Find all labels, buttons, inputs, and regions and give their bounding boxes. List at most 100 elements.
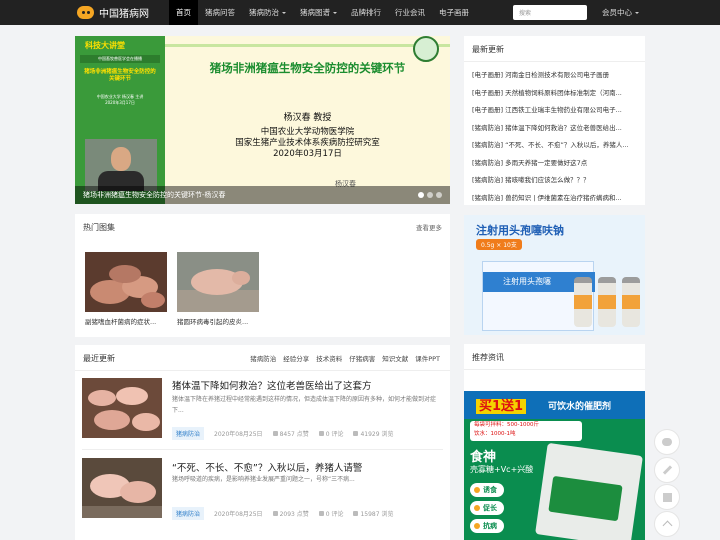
- vial-image: [598, 277, 616, 327]
- slider-dot[interactable]: [436, 192, 442, 198]
- lecture-brand: 科技大讲堂: [85, 41, 125, 50]
- ad-chip: 抗病: [470, 519, 504, 533]
- view-more-link[interactable]: 查看更多: [416, 222, 442, 232]
- section-title: 最近更新: [83, 354, 115, 363]
- tab-ppt[interactable]: 课件PPT: [415, 353, 440, 363]
- chevron-up-icon: [662, 520, 672, 531]
- chevron-down-icon: [282, 11, 286, 14]
- dot-icon: [474, 523, 480, 529]
- tab-prevention[interactable]: 猪病防治: [250, 353, 276, 363]
- gallery-thumb-pig[interactable]: [177, 252, 259, 312]
- list-item[interactable]: [电子画册] 天然植物饲料原料团体标准制定（河南...: [472, 87, 637, 105]
- list-item[interactable]: [猪病防治] 猪咳嗽我们应该怎么做？？？: [472, 174, 637, 192]
- nav-item-ranking[interactable]: 品牌排行: [344, 0, 388, 25]
- ad-promo-sub: 可饮水的催肥剂: [548, 402, 612, 412]
- vial-image: [574, 277, 592, 327]
- thumbs-up-icon: [272, 511, 278, 516]
- post-title[interactable]: “不死、不长、不愈”？入秋以后，养猪人请警: [172, 460, 362, 474]
- presenter-video: [85, 139, 157, 191]
- post-thumbnail[interactable]: [82, 378, 162, 438]
- lecture-speaker-line: 中国农业大学 杨汉春 主讲 2020年3月17日: [96, 94, 144, 105]
- list-item[interactable]: [猪病防治] 兽药知识 | 伊维菌素在治疗猪疥螨病和...: [472, 192, 637, 210]
- product-box-label: 注射用头孢噻: [503, 277, 551, 286]
- slider-dot[interactable]: [418, 192, 424, 198]
- ad-spec-tag: 0.5g × 10支: [476, 239, 522, 250]
- dot-icon: [474, 487, 480, 493]
- list-item[interactable]: [猪病防治] “不死、不长、不愈”？入秋以后，养猪人...: [472, 139, 637, 157]
- slide-author-block: 杨汉春 教授 中国农业大学动物医学院 国家生猪产业技术体系疾病防控研究室 202…: [165, 110, 450, 160]
- post-title[interactable]: 猪体温下降如何救治？这位老兽医给出了这套方: [172, 378, 372, 392]
- post-excerpt: 猪体温下降在养猪过程中经常能遇到这样的情况，但造成体温下降的原因有多种，如何才能…: [172, 396, 437, 414]
- eye-icon: [353, 431, 359, 436]
- vial-image: [622, 277, 640, 327]
- section-title: 最新更新: [472, 45, 504, 54]
- slide-content: 猪场非洲猪瘟生物安全防控的关键环节 杨汉春 教授 中国农业大学动物医学院 国家生…: [165, 36, 450, 204]
- comment-icon: [318, 431, 324, 436]
- category-badge[interactable]: 猪病防治: [172, 427, 205, 440]
- nav-item-news[interactable]: 行业会讯: [388, 0, 432, 25]
- gallery-caption[interactable]: 猪圆环病毒引起的皮炎...: [177, 316, 259, 326]
- top-navbar: 中国猪病网 首页 猪病问答 猪病防治 猪病图谱 品牌排行 行业会讯 电子画册 搜…: [0, 0, 720, 25]
- float-edit-button[interactable]: [654, 457, 680, 483]
- main-nav: 首页 猪病问答 猪病防治 猪病图谱 品牌排行 行业会讯 电子画册: [169, 0, 476, 25]
- list-item[interactable]: [猪病防治] 猪体温下降如何救治？这位老兽医给出...: [472, 122, 637, 140]
- ad-banner-feed[interactable]: 买1送1 可饮水的催肥剂 每袋可拌料：500-1000斤 饮水：1000-1吨 食…: [464, 391, 645, 540]
- post-meta: 猪病防治 2020年08月25日 2093 点赞 0 评论 15987 浏览: [172, 507, 403, 520]
- list-item[interactable]: [猪病防治] 多雨天养猪一定要做好这7点: [472, 157, 637, 175]
- nav-item-qa[interactable]: 猪病问答: [198, 0, 242, 25]
- float-qrcode-button[interactable]: [654, 484, 680, 510]
- nav-item-prevention[interactable]: 猪病防治: [242, 0, 293, 25]
- logo-icon: [77, 6, 94, 19]
- recent-list: [电子画册] 河南金日检测技术有限公司电子画册 [电子画册] 天然植物饲料原料团…: [472, 69, 637, 209]
- search-input[interactable]: 搜索: [513, 5, 587, 20]
- post-excerpt: 猪场呼吸道的疾病，是影响养猪业发展严重问题之一，号称“三不病...: [172, 476, 355, 483]
- post-thumbnail[interactable]: [82, 458, 162, 518]
- hero-slider[interactable]: 科技大讲堂 中国畜牧兽医学会在播播 猪场非洲猪瘟生物安全防控的关键环节 中国农业…: [75, 36, 450, 204]
- ad-banner-injection[interactable]: 注射用头孢噻呋钠 0.5g × 10支 注射用头孢噻: [464, 215, 645, 335]
- dot-icon: [474, 505, 480, 511]
- date-text: 2020年08月25日: [214, 431, 263, 438]
- list-item[interactable]: [电子画册] 河南金日检测技术有限公司电子画册: [472, 69, 637, 87]
- ad-brand: 食神: [470, 450, 497, 465]
- qrcode-icon: [662, 492, 672, 502]
- list-item[interactable]: [电子画册] 江西铁工业瑞丰生物药业有限公司电子...: [472, 104, 637, 122]
- hot-gallery-card: 热门图集 查看更多 副猪嗜血杆菌病的症状... 猪圆环病毒引起的皮炎...: [75, 214, 450, 337]
- product-bag-image: [535, 442, 643, 540]
- recent-updates-card: 最新更新 [电子画册] 河南金日检测技术有限公司电子画册 [电子画册] 天然植物…: [464, 36, 645, 205]
- gallery-caption[interactable]: 副猪嗜血杆菌病的症状...: [85, 316, 167, 326]
- slider-dot[interactable]: [427, 192, 433, 198]
- pencil-icon: [662, 465, 672, 475]
- category-tabs: 猪病防治 经验分享 技术资料 仔猪病害 知识文献 课件PPT: [243, 353, 440, 363]
- back-to-top-button[interactable]: [654, 511, 680, 537]
- nav-item-atlas[interactable]: 猪病图谱: [293, 0, 344, 25]
- thumbs-up-icon: [272, 431, 278, 436]
- member-center-menu[interactable]: 会员中心: [602, 0, 639, 25]
- date-text: 2020年08月25日: [214, 511, 263, 518]
- nav-item-brochure[interactable]: 电子画册: [432, 0, 476, 25]
- eye-icon: [353, 511, 359, 516]
- latest-updates-card: 最近更新 猪病防治 经验分享 技术资料 仔猪病害 知识文献 课件PPT 猪体温下…: [75, 345, 450, 540]
- comment-icon: [318, 511, 324, 516]
- recommend-card: 推荐资讯 买1送1 可饮水的催肥剂 每袋可拌料：500-1000斤 饮水：1000…: [464, 344, 645, 540]
- float-chat-button[interactable]: [654, 429, 680, 455]
- tab-experience[interactable]: 经验分享: [283, 353, 309, 363]
- section-title: 热门图集: [83, 223, 115, 232]
- ad-promo: 买1送1: [476, 395, 527, 414]
- ad-title: 注射用头孢噻呋钠: [476, 224, 564, 237]
- tab-tech-docs[interactable]: 技术资料: [316, 353, 342, 363]
- tab-piglet-disease[interactable]: 仔猪病害: [349, 353, 375, 363]
- post-meta: 猪病防治 2020年08月25日 8457 点赞 0 评论 41929 浏览: [172, 427, 403, 440]
- slide-headline: 猪场非洲猪瘟生物安全防控的关键环节: [209, 61, 406, 75]
- section-title: 推荐资讯: [472, 353, 504, 362]
- site-logo[interactable]: 中国猪病网: [77, 5, 169, 20]
- ad-formula: 壳寡糖+Vc+兴酸: [470, 465, 534, 474]
- slide-speaker: 杨汉春 教授: [283, 113, 332, 123]
- slide-lecture-panel: 科技大讲堂 中国畜牧兽医学会在播播 猪场非洲猪瘟生物安全防控的关键环节 中国农业…: [75, 36, 165, 204]
- gallery-thumb-pigs[interactable]: [85, 252, 167, 312]
- ad-chip: 诱食: [470, 483, 504, 497]
- nav-item-home[interactable]: 首页: [169, 0, 198, 25]
- category-badge[interactable]: 猪病防治: [172, 507, 205, 520]
- slide-caption[interactable]: 猪场非洲猪瘟生物安全防控的关键环节-杨汉春: [75, 186, 450, 204]
- ad-ratio-box: 每袋可拌料：500-1000斤 饮水：1000-1吨: [470, 421, 582, 441]
- tab-literature[interactable]: 知识文献: [382, 353, 408, 363]
